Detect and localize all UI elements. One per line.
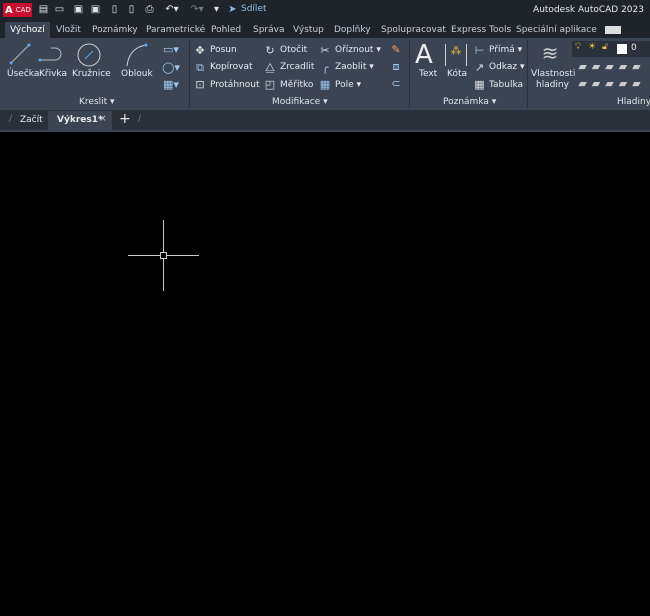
panel-divider xyxy=(527,40,528,108)
layer-tools-row-1[interactable]: ▰▰▰▰▰ xyxy=(574,60,650,73)
tool-krivka[interactable]: Křivka xyxy=(39,69,67,79)
current-layer-name: 0 xyxy=(631,43,637,53)
app-logo[interactable]: A CAD xyxy=(3,3,32,17)
panel-divider xyxy=(189,40,190,108)
arc-icon xyxy=(126,43,148,67)
new-tab-button[interactable]: + xyxy=(119,111,131,127)
hatch-icon[interactable]: ▦▾ xyxy=(160,78,182,91)
panel-title-hladiny[interactable]: Hladiny xyxy=(617,97,650,107)
tool-zaoblit[interactable]: Zaoblit ▾ xyxy=(335,62,374,72)
array-icon: ▦ xyxy=(319,78,331,91)
close-icon[interactable]: × xyxy=(99,114,107,124)
tool-oblouk[interactable]: Oblouk xyxy=(121,69,153,79)
copy-icon: ⧉ xyxy=(196,61,204,74)
new-icon[interactable]: ▤ xyxy=(38,4,49,15)
tab-express-tools[interactable]: Express Tools xyxy=(446,22,516,39)
tool-posun[interactable]: Posun xyxy=(210,45,237,55)
tool-kruznice[interactable]: Kružnice xyxy=(72,69,111,79)
dimension-icon: ⁂ xyxy=(445,44,467,66)
move-icon: ✥ xyxy=(195,44,205,57)
panel-title-modifikace[interactable]: Modifikace ▾ xyxy=(272,97,328,107)
tab-vystup[interactable]: Výstup xyxy=(288,22,329,39)
title-bar: A CAD ▤ ▭ ▣ ▣ ▯ ▯ ⎙ ↶▾ ↷▾ ▾ ➤ Sdílet Auto… xyxy=(0,0,650,20)
layer-dropdown[interactable]: 💡︎ ☀ 🔓︎ 0 xyxy=(572,41,650,57)
leader-icon: ↗ xyxy=(474,61,485,74)
open-web-icon[interactable]: ▯ xyxy=(109,4,120,15)
tool-meritko[interactable]: Měřítko xyxy=(280,80,313,90)
tool-otocit[interactable]: Otočit xyxy=(280,45,307,55)
scale-icon: ◰ xyxy=(264,78,276,91)
erase-icon[interactable]: ✎ xyxy=(389,43,403,56)
tool-pole[interactable]: Pole ▾ xyxy=(335,80,361,90)
trim-icon: ✂ xyxy=(320,44,330,57)
plot-icon[interactable]: ⎙ xyxy=(144,4,155,15)
stretch-icon: ⊡ xyxy=(195,78,205,91)
layer-thaw-icon: ☀ xyxy=(588,42,597,52)
linear-dim-icon: ⊢ xyxy=(474,44,485,57)
file-tab-start[interactable]: Začít xyxy=(20,115,43,125)
tool-odkaz[interactable]: Odkaz ▾ xyxy=(489,62,524,72)
panel-title-poznamka[interactable]: Poznámka ▾ xyxy=(443,97,496,107)
app-title: Autodesk AutoCAD 2023 xyxy=(533,5,644,15)
share-icon[interactable]: ➤ xyxy=(227,4,238,15)
line-icon xyxy=(9,43,31,65)
ellipse-icon[interactable]: ◯▾ xyxy=(160,61,182,74)
tab-vychozi[interactable]: Výchozí xyxy=(5,22,50,39)
mirror-icon: ⧋ xyxy=(265,61,275,74)
tool-zrcadlit[interactable]: Zrcadlit xyxy=(280,62,314,72)
tab-divider: / xyxy=(138,114,142,124)
redo-icon[interactable]: ↷▾ xyxy=(187,4,207,15)
text-icon: A xyxy=(415,40,433,70)
panel-title-kreslit[interactable]: Kreslit ▾ xyxy=(79,97,115,107)
drawing-canvas[interactable] xyxy=(0,130,650,616)
tool-text[interactable]: Text xyxy=(419,69,437,79)
tab-specialni-aplikace[interactable]: Speciální aplikace xyxy=(511,22,602,39)
layer-tools-row-2[interactable]: ▰▰▰▰▰ xyxy=(574,77,650,90)
circle-icon xyxy=(77,43,101,67)
drawing-tab-label: Výkres1* xyxy=(57,115,103,125)
tool-vlastnosti-hladiny-2[interactable]: hladiny xyxy=(536,80,569,90)
file-tab-drawing[interactable]: Výkres1* × xyxy=(48,111,112,130)
fillet-icon: ╭ xyxy=(321,61,329,74)
polyline-icon xyxy=(38,47,62,62)
tab-vlozit[interactable]: Vložit xyxy=(51,22,86,39)
crosshair-pickbox xyxy=(160,252,167,259)
table-icon: ▦ xyxy=(474,78,485,91)
layer-properties-icon: ≋ xyxy=(541,41,559,65)
open-icon[interactable]: ▭ xyxy=(54,4,65,15)
tool-kota[interactable]: Kóta xyxy=(447,69,467,79)
tab-parametricke[interactable]: Parametrické xyxy=(141,22,210,39)
tool-usecka[interactable]: Úsečka xyxy=(7,69,39,79)
tab-sprava[interactable]: Správa xyxy=(248,22,289,39)
offset-icon[interactable]: ⊂ xyxy=(389,77,403,90)
tool-prima[interactable]: Přímá ▾ xyxy=(489,45,522,55)
rectangle-icon[interactable]: ▭▾ xyxy=(160,43,182,56)
save-as-icon[interactable]: ▣ xyxy=(90,4,101,15)
tab-pohled[interactable]: Pohled xyxy=(206,22,246,39)
tab-doplnky[interactable]: Doplňky xyxy=(329,22,376,39)
layer-unlock-icon: 🔓︎ xyxy=(602,42,608,52)
customize-icon[interactable]: ▾ xyxy=(211,4,222,15)
explode-icon[interactable]: ⧈ xyxy=(389,60,403,74)
save-icon[interactable]: ▣ xyxy=(73,4,84,15)
panel-divider xyxy=(409,40,410,108)
layer-on-icon: 💡︎ xyxy=(575,42,582,52)
layer-color-swatch xyxy=(617,44,627,54)
tool-oriznout[interactable]: Oříznout ▾ xyxy=(335,45,381,55)
undo-icon[interactable]: ↶▾ xyxy=(162,4,182,15)
tool-protahnout[interactable]: Protáhnout xyxy=(210,80,259,90)
save-web-icon[interactable]: ▯ xyxy=(126,4,137,15)
rotate-icon: ↻ xyxy=(265,44,275,57)
workspace-toggle-icon[interactable] xyxy=(605,26,621,34)
tab-divider: / xyxy=(9,114,13,124)
tool-vlastnosti-hladiny[interactable]: Vlastnosti xyxy=(531,69,575,79)
share-button[interactable]: Sdílet xyxy=(241,4,267,14)
tool-tabulka[interactable]: Tabulka xyxy=(489,80,523,90)
tab-spolupracovat[interactable]: Spolupracovat xyxy=(376,22,451,39)
tab-poznamky[interactable]: Poznámky xyxy=(87,22,143,39)
tool-kopirovat[interactable]: Kopírovat xyxy=(210,62,253,72)
